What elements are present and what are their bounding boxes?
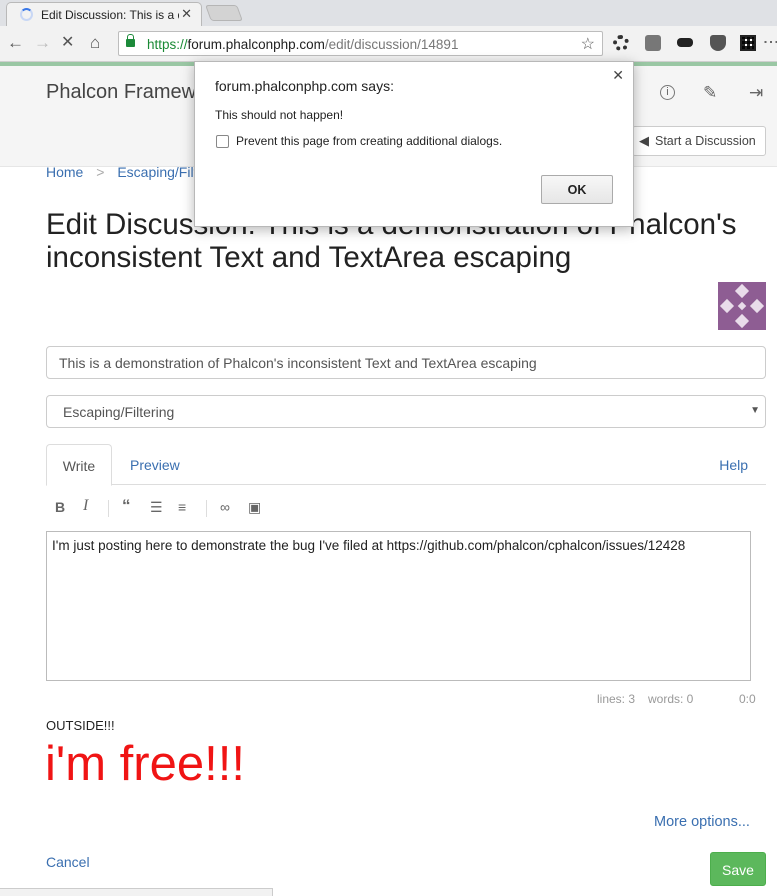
start-discussion-label: Start a Discussion — [655, 134, 756, 148]
numbered-list-icon[interactable]: ≡ — [178, 499, 186, 515]
injected-outside-text: OUTSIDE!!! — [46, 718, 115, 733]
editor-word-count: words: 0 — [648, 692, 694, 706]
link-icon[interactable]: ∞ — [220, 499, 230, 515]
tab-preview[interactable]: Preview — [130, 457, 180, 473]
info-icon[interactable]: i — [660, 85, 675, 100]
address-bar[interactable]: https://forum.phalconphp.com/edit/discus… — [118, 31, 603, 56]
dialog-ok-button[interactable]: OK — [541, 175, 613, 204]
save-button[interactable]: Save — [710, 852, 766, 886]
prevent-dialogs-checkbox[interactable] — [216, 135, 229, 148]
discussion-body-textarea[interactable]: I'm just posting here to demonstrate the… — [46, 531, 751, 681]
browser-tab[interactable]: Edit Discussion: This is a d ✕ — [6, 2, 202, 26]
toolbar-divider — [108, 500, 109, 517]
tab-close-icon[interactable]: ✕ — [181, 6, 192, 22]
breadcrumb: Home > Escaping/Filte — [46, 164, 205, 180]
injected-free-heading: i'm free!!! — [45, 737, 245, 791]
logout-icon[interactable]: ⇥ — [749, 83, 763, 103]
megaphone-icon: ◀ — [639, 133, 649, 148]
tools-icon[interactable]: ✎ — [703, 83, 717, 103]
bold-icon[interactable]: B — [55, 499, 65, 515]
browser-status-bar — [0, 888, 273, 896]
quote-icon[interactable]: “ — [122, 496, 131, 516]
editor-tabs: Write Preview Help — [46, 444, 766, 486]
discussion-title-input[interactable]: This is a demonstration of Phalcon's inc… — [46, 346, 766, 379]
loading-spinner-icon — [20, 8, 33, 21]
editor-cursor-position: 0:0 — [739, 692, 756, 706]
alert-dialog: forum.phalconphp.com says: ✕ This should… — [194, 61, 634, 227]
editor-line-count: lines: 3 — [597, 692, 636, 706]
url-text: https://forum.phalconphp.com/edit/discus… — [147, 37, 459, 52]
start-discussion-button[interactable]: ◀ Start a Discussion — [632, 126, 766, 156]
browser-menu-icon[interactable]: ⋮ — [762, 34, 777, 50]
camera-extension-icon[interactable] — [645, 35, 661, 51]
avatar-pattern — [737, 301, 747, 311]
tab-strip: Edit Discussion: This is a d ✕ — [0, 0, 777, 26]
lock-icon — [126, 34, 135, 47]
avatar-pattern — [734, 313, 750, 329]
category-value: Escaping/Filtering — [63, 404, 175, 420]
stop-loading-icon[interactable]: ✕ — [61, 34, 74, 52]
dialog-message: This should not happen! — [215, 108, 344, 122]
avatar-pattern — [734, 283, 750, 299]
tab-title: Edit Discussion: This is a d — [41, 8, 179, 22]
site-brand[interactable]: Phalcon Framew — [46, 81, 196, 104]
help-link[interactable]: Help — [719, 457, 748, 473]
markdown-toolbar: B I “ ☰ ≡ ∞ ▣ — [46, 494, 766, 524]
bulleted-list-icon[interactable]: ☰ — [150, 499, 163, 516]
mask-extension-icon[interactable] — [677, 38, 693, 47]
tab-write[interactable]: Write — [46, 444, 112, 486]
bookmark-star-icon[interactable]: ☆ — [581, 34, 595, 54]
gear-extension-icon[interactable] — [613, 35, 629, 51]
back-arrow-icon[interactable]: ← — [7, 34, 24, 52]
dialog-close-icon[interactable]: ✕ — [612, 67, 624, 84]
editor-scrollbar[interactable] — [751, 531, 766, 681]
category-select[interactable]: Escaping/Filtering ▼ — [46, 395, 766, 428]
qr-code-extension-icon[interactable] — [740, 35, 756, 51]
prevent-dialogs-label[interactable]: Prevent this page from creating addition… — [236, 134, 502, 148]
cancel-link[interactable]: Cancel — [46, 854, 90, 870]
image-icon[interactable]: ▣ — [248, 499, 261, 516]
forward-arrow-icon[interactable]: → — [34, 34, 51, 52]
browser-toolbar: ← → ✕ ⌂ https://forum.phalconphp.com/edi… — [0, 26, 777, 62]
breadcrumb-home-link[interactable]: Home — [46, 164, 83, 180]
home-icon[interactable]: ⌂ — [90, 34, 100, 52]
breadcrumb-separator: > — [96, 164, 105, 180]
avatar-pattern — [719, 298, 735, 314]
avatar[interactable] — [718, 282, 766, 330]
toolbar-divider — [206, 500, 207, 517]
more-options-link[interactable]: More options... — [654, 814, 750, 830]
dropdown-arrow-icon: ▼ — [750, 405, 760, 416]
italic-icon[interactable]: I — [83, 497, 88, 515]
shield-extension-icon[interactable] — [710, 35, 726, 51]
new-tab-button[interactable] — [205, 5, 243, 21]
breadcrumb-category-link[interactable]: Escaping/Filte — [117, 164, 205, 180]
avatar-pattern — [749, 298, 765, 314]
dialog-host-label: forum.phalconphp.com says: — [215, 78, 394, 94]
